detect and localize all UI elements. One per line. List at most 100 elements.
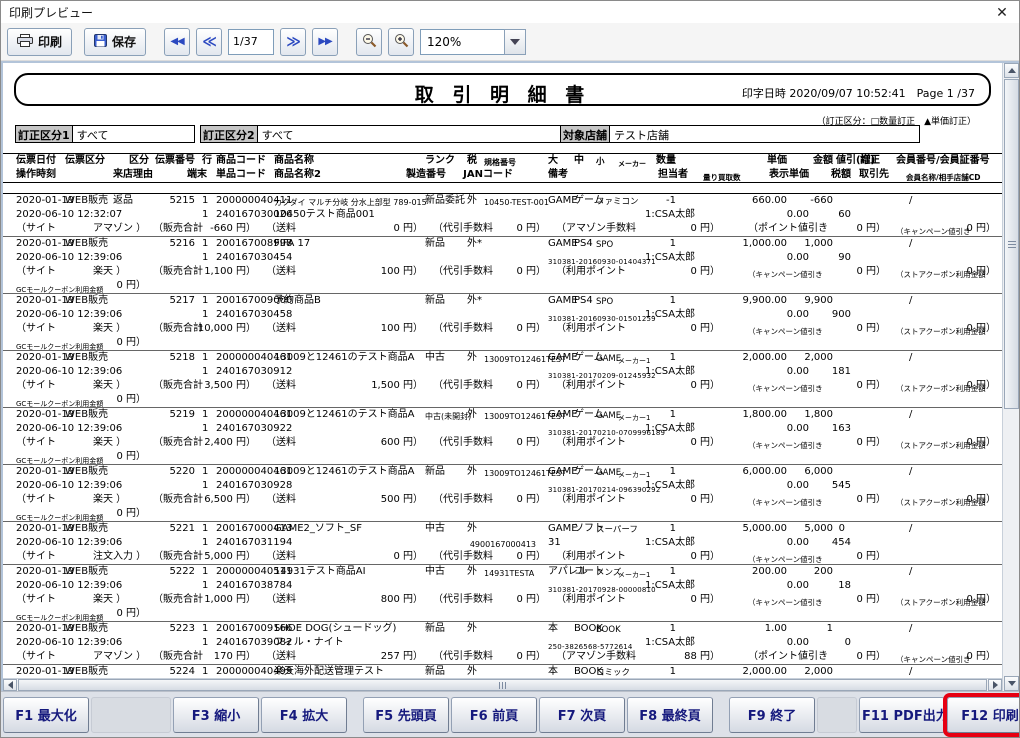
col-terminal: 端末: [187, 168, 207, 182]
f7-next-page-button[interactable]: F7 次頁: [539, 697, 625, 733]
cell-term: 1: [202, 208, 208, 222]
cell-item: 240167030922: [216, 422, 292, 436]
page-number-input[interactable]: [228, 29, 274, 55]
col-counterparty: 取引先: [859, 168, 889, 182]
fee-value: 0 円）: [641, 265, 720, 279]
fee-value: 楽天 ）: [93, 379, 126, 393]
report-row: 2020-01-19WEB販売5222120000004051114931テスト…: [3, 565, 1002, 622]
cell-type: WEB販売: [65, 237, 108, 251]
fee-value: 3,500 円）: [161, 379, 256, 393]
scroll-left-button[interactable]: [3, 679, 17, 691]
horizontal-scroll-thumb[interactable]: [18, 679, 987, 691]
cell-disp: 0.00: [729, 579, 809, 593]
cell-slip: 5218: [151, 351, 195, 365]
fee-label: （アマゾン手数料: [556, 222, 636, 236]
close-button[interactable]: ✕: [991, 2, 1013, 22]
cell-type: WEB販売: [65, 622, 108, 636]
cell-amount: 200: [789, 565, 833, 579]
cell-member: /: [909, 565, 912, 579]
zoom-level-combobox[interactable]: 120%: [420, 29, 526, 55]
zoom-out-button[interactable]: [356, 28, 382, 56]
vertical-scrollbar[interactable]: [1002, 63, 1019, 691]
zoom-dropdown-button[interactable]: [504, 29, 526, 55]
f1-maximize-button[interactable]: F1 最大化: [3, 697, 89, 733]
cell-unit: 1,000.00: [703, 237, 787, 251]
cell-qty: 1: [631, 522, 676, 536]
first-page-button[interactable]: ◀◀: [164, 28, 190, 56]
toolbar: 印刷 保存 ◀◀ ≪ ≫ ▶▶ 120%: [1, 23, 1019, 61]
cell-reason: 返品: [113, 194, 133, 208]
col-display-price: 表示単価: [729, 168, 809, 182]
arrow-up-icon: [1008, 68, 1016, 73]
arrow-left-icon: [8, 681, 13, 689]
fee-value: 0 円）: [323, 222, 423, 236]
fee-value: 楽天 ）: [93, 593, 126, 607]
cell-term: 1: [202, 536, 208, 550]
col-op-time: 操作時刻: [16, 168, 56, 182]
title-bar: 印刷プレビュー ✕: [1, 1, 1019, 23]
f12-print-button[interactable]: F12 印刷: [947, 697, 1020, 733]
fee-label: （サイト: [16, 379, 56, 393]
cell-taxamt: 0: [813, 636, 851, 650]
cell-qty: 1: [631, 408, 676, 422]
report-row: 2020-01-19WEB販売52161200167008998FIFA 17新…: [3, 237, 1002, 294]
cell-amount: 2,000: [789, 665, 833, 678]
cell-amount: 2,000: [789, 351, 833, 365]
cell-rank: 新品: [425, 665, 445, 678]
cell-amount: 6,000: [789, 465, 833, 479]
fee-value: 注文入力 ）: [93, 550, 146, 564]
fee-value: 0 円）: [927, 322, 996, 336]
fee-label: （サイト: [16, 322, 56, 336]
cell-rank: 新品: [425, 237, 445, 251]
fee-value: 0 円）: [323, 550, 423, 564]
cell-catM: PS4: [574, 237, 593, 251]
cell-term: 1: [202, 636, 208, 650]
f9-exit-button[interactable]: F9 終了: [729, 697, 815, 733]
print-button[interactable]: 印刷: [7, 28, 72, 56]
f6-previous-page-button[interactable]: F6 前頁: [451, 697, 537, 733]
arrow-right-icon: [993, 681, 998, 689]
cell-staff: 1:CSA太郎: [645, 251, 695, 265]
cell-time: 2020-06-10 12:39:06: [16, 536, 122, 550]
fee-label: （送料: [266, 379, 296, 393]
cell-catS: コミック: [596, 666, 630, 678]
vertical-scroll-thumb[interactable]: [1004, 79, 1019, 409]
f8-last-page-button[interactable]: F8 最終頁: [627, 697, 713, 733]
fee-value: 100 円）: [323, 265, 423, 279]
fee-label: （利用ポイント: [556, 379, 626, 393]
filter-label: 訂正区分2: [200, 125, 258, 143]
fee-value: 0 円）: [641, 436, 720, 450]
scroll-right-button[interactable]: [988, 679, 1002, 691]
f4-enlarge-button[interactable]: F4 拡大: [261, 697, 347, 733]
previous-page-button[interactable]: ≪: [196, 28, 222, 56]
save-button[interactable]: 保存: [84, 28, 146, 56]
thumb-grip: [1008, 247, 1016, 248]
cell-member: /: [909, 237, 912, 251]
zoom-in-button[interactable]: [388, 28, 414, 56]
cell-time: 2020-06-10 12:39:06: [16, 579, 122, 593]
cell-name: 13009と12461のテスト商品A: [274, 351, 414, 365]
col-tax-amount: 税額: [813, 168, 851, 182]
col-member-no: 会員番号/会員証番号: [896, 154, 990, 168]
cell-taxamt: 163: [813, 422, 851, 436]
f11-pdf-output-button[interactable]: F11 PDF出力: [859, 697, 945, 733]
report-row: 2020-01-19WEB販売返品52151200000040411カクダイ マ…: [3, 194, 1002, 237]
filter-value: すべて: [258, 125, 565, 143]
report-row: 2020-01-19WEB販売5219120000004046113009と12…: [3, 408, 1002, 465]
f3-shrink-button[interactable]: F3 縮小: [173, 697, 259, 733]
fee-label: （利用ポイント: [556, 550, 626, 564]
last-page-button[interactable]: ▶▶: [312, 28, 338, 56]
scroll-down-button[interactable]: [1004, 676, 1019, 691]
scroll-up-button[interactable]: [1004, 63, 1019, 78]
f5-first-page-button[interactable]: F5 先頭頁: [363, 697, 449, 733]
fee-value: 10,000 円）: [161, 322, 256, 336]
cell-slip: 5224: [151, 665, 195, 678]
filter-value: テスト店舗: [610, 125, 920, 143]
cell-line: 1: [202, 194, 208, 208]
cell-taxamt: 60: [813, 208, 851, 222]
fee-value: 0 円）: [465, 593, 546, 607]
cell-line: 1: [202, 565, 208, 579]
horizontal-scrollbar[interactable]: [3, 678, 1002, 691]
fee-value: 2,400 円）: [161, 436, 256, 450]
next-page-button[interactable]: ≫: [280, 28, 306, 56]
